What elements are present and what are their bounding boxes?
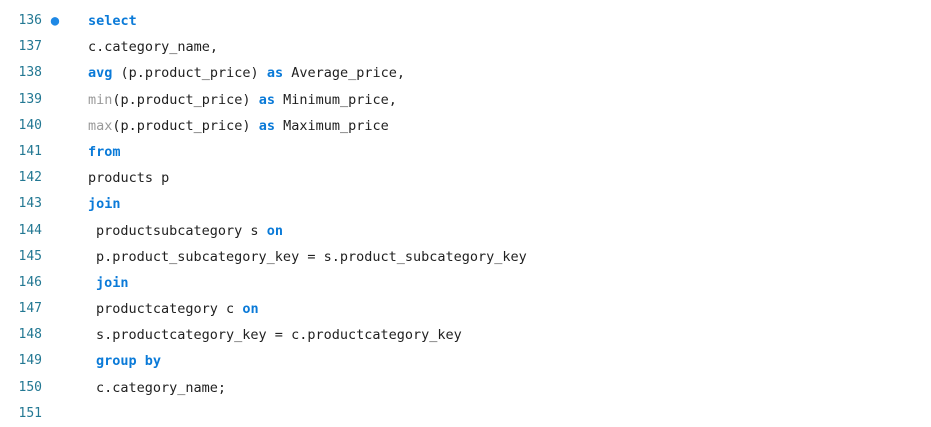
code-text: productcategory c on [96,296,259,322]
line-number: 137 [18,39,42,55]
sql-keyword: join [88,196,121,213]
sql-text: Average_price, [283,65,406,82]
code-line[interactable]: 143 join [0,191,931,217]
line-number: 151 [18,405,42,421]
code-text: max(p.product_price) as Maximum_price [88,113,389,139]
line-number: 141 [18,143,42,159]
line-number: 138 [18,65,42,81]
code-editor[interactable]: 136 ● select 137 c.category_name, 138 avg (p.p… [0,0,931,422]
code-line[interactable]: 138 avg (p.product_price) as Average_pric… [0,60,931,86]
code-text: join [88,191,121,217]
sql-keyword: select [88,13,137,29]
code-line[interactable]: 147 productcategory c on [0,296,931,322]
code-text: products p [88,165,169,191]
code-text: group by [96,348,161,374]
sql-text: productsubcategory s [96,222,267,239]
code-line[interactable]: 136 ● select [0,8,931,34]
code-text: c.category_name, [88,34,218,60]
sql-function: max [88,117,113,134]
code-line[interactable]: 141 from [0,139,931,165]
sql-text: s.productcategory_key = c.productcategor… [96,327,462,344]
code-line[interactable]: 146 join [0,270,931,296]
code-text: min(p.product_price) as Minimum_price, [88,87,397,113]
code-line[interactable]: 150 c.category_name; [0,375,931,401]
sql-keyword: group by [96,353,162,370]
line-number: 143 [18,196,42,212]
code-line[interactable]: 139 min(p.product_price) as Minimum_price… [0,87,931,113]
code-text: s.productcategory_key = c.productcategor… [96,322,462,348]
code-line[interactable]: 151 [0,401,931,427]
code-text: join [96,270,129,296]
sql-keyword: as [266,65,284,82]
sql-text: p.product_subcategory_key = s.product_su… [96,248,527,265]
line-number: 139 [18,91,42,107]
sql-keyword: on [242,301,259,318]
sql-text: (p.product_price) [112,91,259,108]
code-line[interactable]: 137 c.category_name, [0,34,931,60]
code-line[interactable]: 140 max(p.product_price) as Maximum_price [0,113,931,139]
sql-text: Minimum_price, [274,91,397,108]
code-text: from [88,139,121,165]
line-number: 149 [18,353,42,369]
sql-keyword: as [258,117,275,134]
code-line[interactable]: 148 s.productcategory_key = c.productcate… [0,322,931,348]
active-line-dot-icon: ● [50,13,60,29]
line-number: 146 [18,274,42,290]
sql-text: Maximum_price [274,117,389,134]
line-number: 150 [18,379,42,395]
code-text: c.category_name; [96,375,226,401]
sql-keyword: on [266,222,283,239]
code-line[interactable]: 145 p.product_subcategory_key = s.product… [0,244,931,270]
sql-text: c.category_name; [96,379,227,396]
code-text: p.product_subcategory_key = s.product_su… [96,244,527,270]
code-text: select [88,8,137,34]
sql-keyword: avg [88,65,113,82]
sql-keyword: as [258,91,275,108]
line-number: 147 [18,301,42,317]
sql-text: productcategory c [96,301,243,318]
line-number: 140 [18,117,42,133]
code-text: productsubcategory s on [96,218,283,244]
code-line[interactable]: 144 productsubcategory s on [0,218,931,244]
code-line[interactable]: 142 products p [0,165,931,191]
sql-text: (p.product_price) [112,65,267,82]
sql-function: min [88,91,113,108]
code-line[interactable]: 149 group by [0,348,931,374]
sql-keyword: from [88,143,121,160]
line-number: 136 [18,13,42,28]
sql-text: c.category_name, [88,39,219,56]
sql-keyword: join [96,274,129,291]
line-number: 142 [18,170,42,186]
line-number: 144 [18,222,42,238]
sql-text: products p [88,170,170,187]
line-number: 145 [18,248,42,264]
line-number: 148 [18,327,42,343]
code-text: avg (p.product_price) as Average_price, [88,60,405,86]
sql-text: (p.product_price) [112,117,259,134]
